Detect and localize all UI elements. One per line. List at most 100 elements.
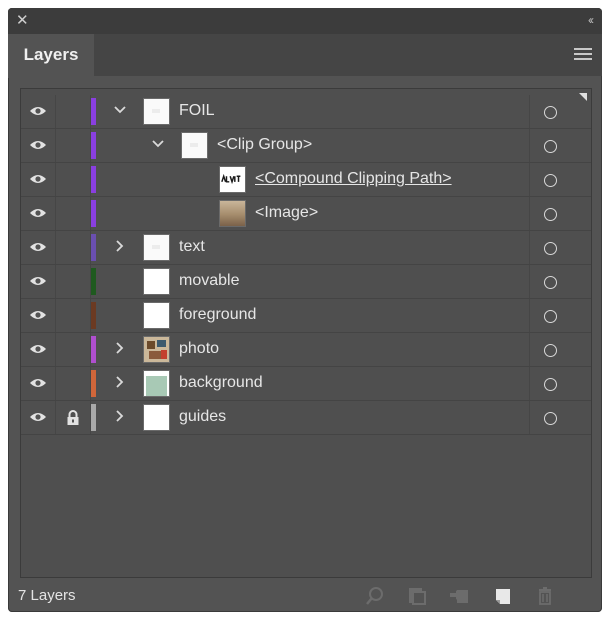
target-circle-icon[interactable] xyxy=(544,174,557,187)
layer-row[interactable]: <Clip Group> xyxy=(21,129,591,163)
layer-color-indicator xyxy=(91,200,96,227)
tab-layers[interactable]: Layers xyxy=(8,34,94,78)
layer-name[interactable]: foreground xyxy=(179,306,256,324)
visibility-toggle[interactable] xyxy=(21,299,56,332)
visibility-toggle[interactable] xyxy=(21,197,56,230)
target-circle-icon[interactable] xyxy=(544,412,557,425)
layer-name[interactable]: <Compound Clipping Path> xyxy=(255,170,452,188)
target-cell[interactable] xyxy=(529,129,592,162)
layer-row[interactable]: text xyxy=(21,231,591,265)
eye-icon xyxy=(30,243,46,251)
lock-toggle[interactable] xyxy=(56,163,91,196)
layer-row[interactable]: photo xyxy=(21,333,591,367)
lock-toggle[interactable] xyxy=(56,197,91,230)
chevron-right-icon[interactable] xyxy=(113,409,127,423)
lock-toggle[interactable] xyxy=(56,129,91,162)
double-chevron-icon[interactable]: ‹‹ xyxy=(588,13,594,27)
visibility-toggle[interactable] xyxy=(21,265,56,298)
layers-panel: ✕ ‹‹ Layers FOIL <Clip Group> <Compound Cl… xyxy=(8,8,602,612)
layer-name[interactable]: text xyxy=(179,238,205,256)
visibility-toggle[interactable] xyxy=(21,95,56,128)
new-layer-icon[interactable] xyxy=(492,585,514,607)
eye-icon xyxy=(30,209,46,217)
layer-row[interactable]: movable xyxy=(21,265,591,299)
visibility-toggle[interactable] xyxy=(21,163,56,196)
eye-icon xyxy=(30,311,46,319)
tab-bar: Layers xyxy=(8,34,602,78)
layer-thumbnail xyxy=(143,302,170,329)
lock-toggle[interactable] xyxy=(56,95,91,128)
chevron-down-icon[interactable] xyxy=(151,137,165,151)
layer-thumbnail xyxy=(143,336,170,363)
panel-titlebar: ✕ ‹‹ xyxy=(8,8,602,34)
target-cell[interactable] xyxy=(529,299,592,332)
layer-color-indicator xyxy=(91,336,96,363)
chevron-right-icon[interactable] xyxy=(113,239,127,253)
target-cell[interactable] xyxy=(529,401,592,434)
layer-row[interactable]: <Compound Clipping Path> xyxy=(21,163,591,197)
eye-icon xyxy=(30,413,46,421)
target-circle-icon[interactable] xyxy=(544,378,557,391)
layer-thumbnail xyxy=(143,98,170,125)
lock-toggle[interactable] xyxy=(56,367,91,400)
target-circle-icon[interactable] xyxy=(544,208,557,221)
target-circle-icon[interactable] xyxy=(544,310,557,323)
eye-icon xyxy=(30,277,46,285)
lock-toggle[interactable] xyxy=(56,231,91,264)
lock-toggle[interactable] xyxy=(56,333,91,366)
target-cell[interactable] xyxy=(529,367,592,400)
panel-footer: 7 Layers xyxy=(8,582,602,612)
eye-icon xyxy=(30,175,46,183)
layer-name[interactable]: photo xyxy=(179,340,219,358)
visibility-toggle[interactable] xyxy=(21,367,56,400)
target-cell[interactable] xyxy=(529,333,592,366)
target-circle-icon[interactable] xyxy=(544,242,557,255)
hamburger-menu-icon[interactable] xyxy=(574,48,592,62)
layer-thumbnail xyxy=(219,200,246,227)
target-circle-icon[interactable] xyxy=(544,140,557,153)
make-clipping-mask-icon[interactable] xyxy=(448,585,470,607)
layer-color-indicator xyxy=(91,370,96,397)
layer-row[interactable]: guides xyxy=(21,401,591,435)
layer-name[interactable]: <Image> xyxy=(255,204,318,222)
target-cell[interactable] xyxy=(529,95,592,128)
layer-color-indicator xyxy=(91,166,96,193)
layer-name[interactable]: FOIL xyxy=(179,102,215,120)
search-icon[interactable] xyxy=(364,585,386,607)
lock-toggle[interactable] xyxy=(56,401,91,434)
export-icon[interactable] xyxy=(406,585,428,607)
chevron-right-icon[interactable] xyxy=(113,341,127,355)
layer-row[interactable]: background xyxy=(21,367,591,401)
lock-icon xyxy=(67,410,79,425)
delete-icon[interactable] xyxy=(534,585,556,607)
layer-color-indicator xyxy=(91,98,96,125)
layer-list: FOIL <Clip Group> <Compound Clipping Path>… xyxy=(20,88,592,578)
layer-name[interactable]: background xyxy=(179,374,263,392)
layer-name[interactable]: guides xyxy=(179,408,226,426)
eye-icon xyxy=(30,107,46,115)
close-icon[interactable]: ✕ xyxy=(16,11,29,29)
visibility-toggle[interactable] xyxy=(21,231,56,264)
layer-name[interactable]: movable xyxy=(179,272,239,290)
target-cell[interactable] xyxy=(529,265,592,298)
layer-thumbnail xyxy=(143,404,170,431)
target-cell[interactable] xyxy=(529,231,592,264)
target-cell[interactable] xyxy=(529,163,592,196)
target-circle-icon[interactable] xyxy=(544,344,557,357)
layer-row[interactable]: foreground xyxy=(21,299,591,333)
chevron-right-icon[interactable] xyxy=(113,375,127,389)
target-cell[interactable] xyxy=(529,197,592,230)
lock-toggle[interactable] xyxy=(56,265,91,298)
layer-row[interactable]: FOIL xyxy=(21,95,591,129)
layer-row[interactable]: <Image> xyxy=(21,197,591,231)
lock-toggle[interactable] xyxy=(56,299,91,332)
target-circle-icon[interactable] xyxy=(544,106,557,119)
target-circle-icon[interactable] xyxy=(544,276,557,289)
layer-color-indicator xyxy=(91,302,96,329)
chevron-down-icon[interactable] xyxy=(113,103,127,117)
visibility-toggle[interactable] xyxy=(21,129,56,162)
layer-name[interactable]: <Clip Group> xyxy=(217,136,312,154)
visibility-toggle[interactable] xyxy=(21,333,56,366)
layer-thumbnail xyxy=(143,370,170,397)
visibility-toggle[interactable] xyxy=(21,401,56,434)
